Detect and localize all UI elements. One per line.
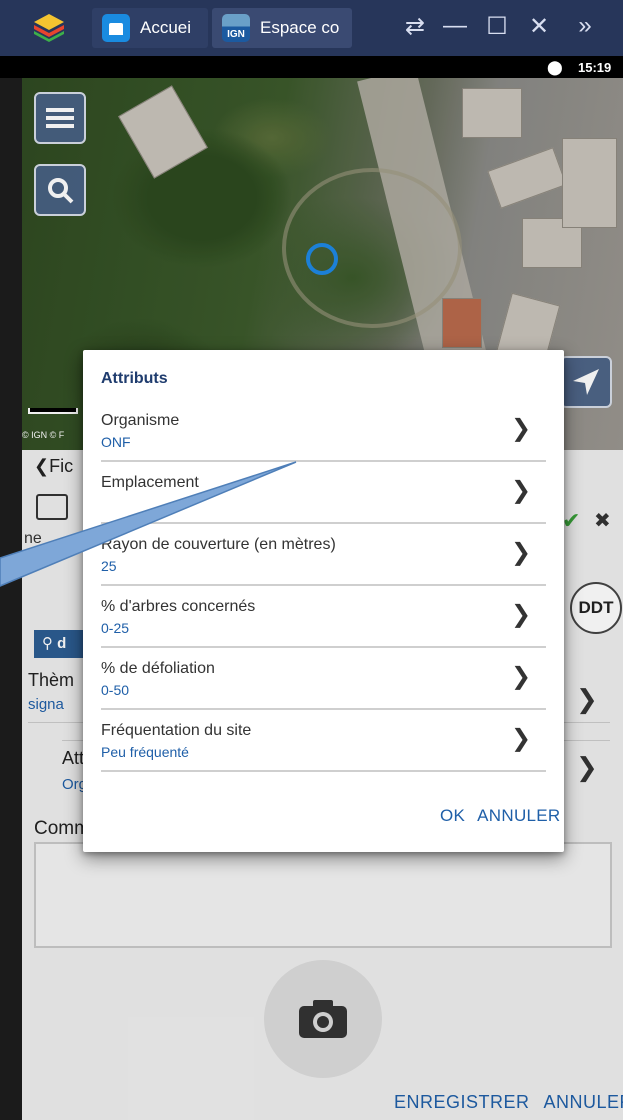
- attribute-row-rayon[interactable]: Rayon de couverture (en mètres) 25 ❯: [101, 524, 546, 586]
- attribute-row-organisme[interactable]: Organisme ONF ❯: [101, 400, 546, 462]
- attribute-label: % de défoliation: [101, 660, 215, 677]
- ok-button[interactable]: OK: [440, 806, 465, 825]
- tab-accueil[interactable]: Accuei: [92, 8, 208, 48]
- sync-icon[interactable]: ⇄: [400, 12, 430, 41]
- chevron-right-icon: ❯: [511, 601, 532, 628]
- window-taskbar: Accuei IGN Espace co ⇄ — ☐ ✕ »: [0, 0, 623, 56]
- attribute-value: Peu fréquenté: [101, 744, 189, 760]
- attribute-row-frequentation[interactable]: Fréquentation du site Peu fréquenté ❯: [101, 710, 546, 772]
- tab-accueil-label: Accuei: [140, 18, 192, 37]
- attribute-label: Emplacement: [101, 474, 199, 491]
- chevron-right-icon: ❯: [511, 477, 532, 504]
- tab-espace-collaboratif[interactable]: IGN Espace co: [212, 8, 352, 48]
- bluestacks-logo-icon[interactable]: [32, 10, 66, 44]
- attribute-value: 0-25: [101, 620, 130, 636]
- cancel-button[interactable]: ANNULER: [477, 806, 560, 825]
- chevron-right-icon: ❯: [511, 539, 532, 566]
- chevron-right-icon: ❯: [511, 725, 532, 752]
- attributes-dialog: Attributs Organisme ONF ❯ Emplacement ❯ …: [83, 350, 564, 852]
- attribute-label: Organisme: [101, 412, 180, 429]
- dialog-title: Attributs: [101, 370, 168, 387]
- attribute-value: 0-50: [101, 682, 130, 698]
- maximize-button[interactable]: ☐: [482, 12, 512, 41]
- attribute-value: 25: [101, 558, 117, 574]
- location-pin-icon: ⬤: [547, 59, 563, 75]
- attribute-label: % d'arbres concernés: [101, 598, 256, 615]
- ign-app-icon: IGN: [222, 14, 250, 42]
- left-dark-strip: [0, 78, 22, 1120]
- close-window-button[interactable]: ✕: [524, 12, 554, 41]
- attribute-row-defoliation[interactable]: % de défoliation 0-50 ❯: [101, 648, 546, 710]
- attribute-value: ONF: [101, 434, 131, 450]
- tab-espace-label: Espace co: [260, 18, 340, 37]
- minimize-button[interactable]: —: [440, 12, 470, 40]
- chevron-right-icon: ❯: [511, 663, 532, 690]
- attribute-label: Fréquentation du site: [101, 722, 252, 739]
- attribute-row-emplacement[interactable]: Emplacement ❯: [101, 462, 546, 524]
- attribute-label: Rayon de couverture (en mètres): [101, 536, 336, 553]
- chevron-right-icon: ❯: [511, 415, 532, 442]
- expand-sidebar-button[interactable]: »: [570, 12, 600, 40]
- attribute-row-arbres[interactable]: % d'arbres concernés 0-25 ❯: [101, 586, 546, 648]
- dialog-actions: OK ANNULER: [440, 806, 573, 826]
- home-icon: [102, 14, 130, 42]
- status-clock: 15:19: [578, 60, 612, 75]
- android-status-bar: ⬤ 15:19: [0, 56, 623, 78]
